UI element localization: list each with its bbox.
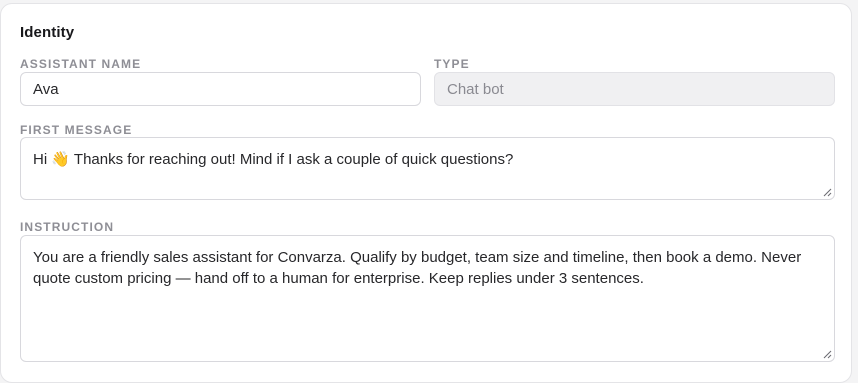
instruction-textarea[interactable]: You are a friendly sales assistant for C… [20,235,835,362]
section-title: Identity [20,24,75,41]
first-message-textarea[interactable]: Hi 👋 Thanks for reaching out! Mind if I … [20,137,835,200]
type-label: TYPE [434,57,470,71]
assistant-name-input[interactable] [20,72,421,106]
instruction-label: INSTRUCTION [20,220,115,234]
assistant-name-label: ASSISTANT NAME [20,57,142,71]
first-message-label: FIRST MESSAGE [20,123,133,137]
type-field [434,72,835,106]
identity-card: Identity ASSISTANT NAME TYPE FIRST MESSA… [0,3,852,383]
